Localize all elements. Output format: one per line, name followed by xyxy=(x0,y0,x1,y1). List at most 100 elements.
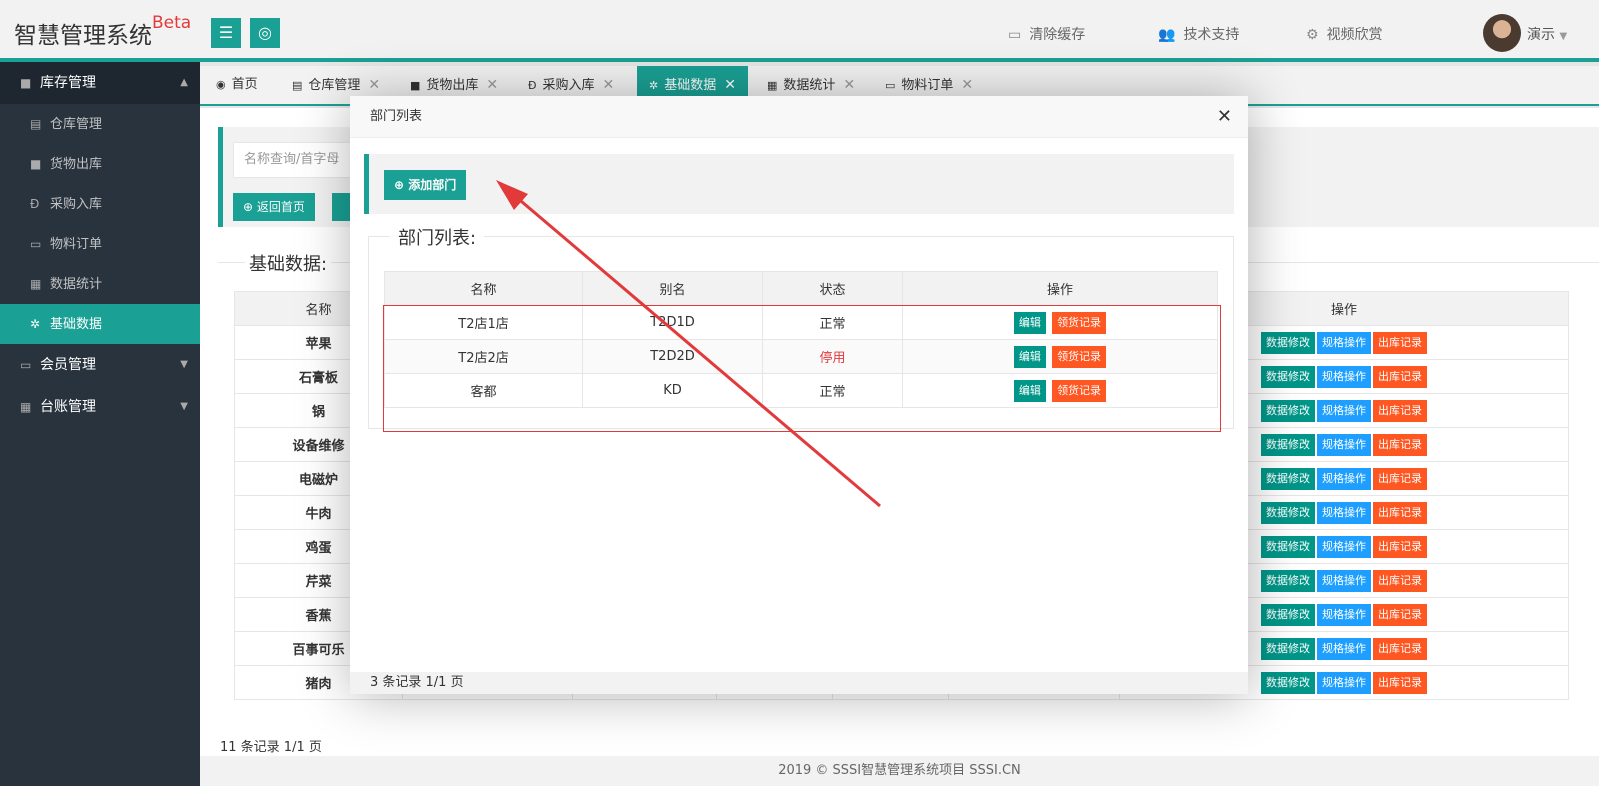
user-menu[interactable]: 演示 ▼ xyxy=(1527,24,1567,44)
sidebar-group-inventory[interactable]: ■ 库存管理 ▲ xyxy=(0,62,200,104)
back-home-button[interactable]: ⊕ 返回首页 xyxy=(233,193,315,221)
outbound-record-button[interactable]: 出库记录 xyxy=(1373,399,1427,422)
users-icon: 👥 xyxy=(1158,27,1176,43)
dialog-toolbar xyxy=(364,154,1234,214)
edit-data-button[interactable]: 数据修改 xyxy=(1261,535,1315,558)
sidebar-item-warehouse[interactable]: ▤ 仓库管理 xyxy=(0,104,200,144)
sidebar-item-basic-data[interactable]: ✲ 基础数据 xyxy=(0,304,200,344)
avatar[interactable] xyxy=(1483,14,1521,52)
footer: 2019 © SSSI智慧管理系统项目 SSSI.CN xyxy=(200,756,1599,786)
caret-up-icon: ▲ xyxy=(180,77,188,88)
folder-icon: ■ xyxy=(20,76,32,90)
edit-data-button[interactable]: 数据修改 xyxy=(1261,331,1315,354)
spec-button[interactable]: 规格操作 xyxy=(1317,637,1371,660)
column-header-name: 名称 xyxy=(384,271,583,306)
edit-data-button[interactable]: 数据修改 xyxy=(1261,603,1315,626)
tab-home[interactable]: ◉ 首页 xyxy=(204,66,270,104)
toolbar-button[interactable] xyxy=(332,193,352,221)
caret-down-icon: ▼ xyxy=(1559,31,1568,42)
gears-icon: ⚙ xyxy=(1306,27,1319,43)
monitor-icon: ▭ xyxy=(885,79,896,92)
close-icon[interactable]: ✕ xyxy=(486,77,498,93)
folder-icon: ■ xyxy=(410,79,421,92)
close-icon[interactable]: ✕ xyxy=(368,77,380,93)
sidebar-item-stats[interactable]: ▦ 数据统计 xyxy=(0,264,200,304)
column-header-action: 操作 xyxy=(902,271,1218,306)
outbound-record-button[interactable]: 出库记录 xyxy=(1373,331,1427,354)
plus-circle-icon: ⊕ xyxy=(394,178,405,192)
caret-down-icon: ▼ xyxy=(180,359,188,370)
department-list-dialog: 部门列表 ✕ ⊕ 添加部门 部门列表: 名称 别名 状态 操作 T2店1店 T2D… xyxy=(350,96,1248,694)
d-icon: Ð xyxy=(528,79,537,92)
gear-icon: ✲ xyxy=(649,79,659,92)
caret-down-icon: ▼ xyxy=(180,401,188,412)
pagination: 11 条记录 1/1 页 xyxy=(220,740,322,755)
edit-data-button[interactable]: 数据修改 xyxy=(1261,399,1315,422)
dialog-legend: 部门列表: xyxy=(390,224,485,250)
gear-icon: ✲ xyxy=(30,317,41,331)
close-icon[interactable]: ✕ xyxy=(724,77,736,93)
spec-button[interactable]: 规格操作 xyxy=(1317,501,1371,524)
app-logo: 智慧管理系统Beta xyxy=(14,13,192,49)
sidebar-item-orders[interactable]: ▭ 物料订单 xyxy=(0,224,200,264)
d-icon: Ð xyxy=(30,197,40,211)
top-header: 智慧管理系统Beta ☰ ◎ ▭ 清除缓存 👥 技术支持 ⚙ 视频欣赏 演示 ▼ xyxy=(0,0,1599,62)
outbound-record-button[interactable]: 出库记录 xyxy=(1373,569,1427,592)
edit-data-button[interactable]: 数据修改 xyxy=(1261,467,1315,490)
column-header-alias: 别名 xyxy=(582,271,763,306)
grid-icon: ▦ xyxy=(767,79,778,92)
sidebar-group-members[interactable]: ▭ 会员管理 ▼ xyxy=(0,344,200,386)
menu-toggle-icon[interactable]: ☰ xyxy=(211,18,241,48)
outbound-record-button[interactable]: 出库记录 xyxy=(1373,365,1427,388)
column-header-status: 状态 xyxy=(762,271,903,306)
close-icon[interactable]: ✕ xyxy=(603,77,615,93)
video-link[interactable]: ⚙ 视频欣赏 xyxy=(1306,24,1383,44)
grid-icon: ▦ xyxy=(30,277,42,291)
spec-button[interactable]: 规格操作 xyxy=(1317,331,1371,354)
spec-button[interactable]: 规格操作 xyxy=(1317,467,1371,490)
monitor-icon: ▭ xyxy=(1008,27,1022,43)
dashboard-icon: ◉ xyxy=(216,78,226,91)
outbound-record-button[interactable]: 出库记录 xyxy=(1373,467,1427,490)
outbound-record-button[interactable]: 出库记录 xyxy=(1373,501,1427,524)
close-icon[interactable]: ✕ xyxy=(1217,96,1232,138)
close-icon[interactable]: ✕ xyxy=(961,77,973,93)
outbound-record-button[interactable]: 出库记录 xyxy=(1373,433,1427,456)
monitor-icon: ▭ xyxy=(30,237,42,251)
outbound-record-button[interactable]: 出库记录 xyxy=(1373,637,1427,660)
edit-data-button[interactable]: 数据修改 xyxy=(1261,501,1315,524)
sidebar-item-outbound[interactable]: ■ 货物出库 xyxy=(0,144,200,184)
sidebar-group-ledger[interactable]: ▦ 台账管理 ▼ xyxy=(0,386,200,428)
spec-button[interactable]: 规格操作 xyxy=(1317,671,1371,694)
spec-button[interactable]: 规格操作 xyxy=(1317,535,1371,558)
dialog-title: 部门列表 ✕ xyxy=(350,96,1248,138)
section-title: 基础数据: xyxy=(245,250,332,276)
highlight-box xyxy=(383,305,1221,432)
outbound-record-button[interactable]: 出库记录 xyxy=(1373,671,1427,694)
spec-button[interactable]: 规格操作 xyxy=(1317,399,1371,422)
edit-data-button[interactable]: 数据修改 xyxy=(1261,569,1315,592)
file-icon: ▤ xyxy=(30,117,42,131)
sidebar: ■ 库存管理 ▲ ▤ 仓库管理 ■ 货物出库 Ð 采购入库 ▭ 物料订单 ▦ 数据统计 ✲ 基础… xyxy=(0,62,200,786)
spec-button[interactable]: 规格操作 xyxy=(1317,569,1371,592)
sidebar-item-purchase[interactable]: Ð 采购入库 xyxy=(0,184,200,224)
clear-cache-link[interactable]: ▭ 清除缓存 xyxy=(1008,24,1085,44)
card-icon: ▭ xyxy=(20,358,32,372)
spec-button[interactable]: 规格操作 xyxy=(1317,365,1371,388)
edit-data-button[interactable]: 数据修改 xyxy=(1261,637,1315,660)
folder-icon: ■ xyxy=(30,157,42,171)
plus-circle-icon: ⊕ xyxy=(243,200,254,214)
edit-data-button[interactable]: 数据修改 xyxy=(1261,365,1315,388)
spec-button[interactable]: 规格操作 xyxy=(1317,603,1371,626)
edit-data-button[interactable]: 数据修改 xyxy=(1261,433,1315,456)
outbound-record-button[interactable]: 出库记录 xyxy=(1373,603,1427,626)
spec-button[interactable]: 规格操作 xyxy=(1317,433,1371,456)
dialog-pagination: 3 条记录 1/1 页 xyxy=(350,672,1248,694)
tech-support-link[interactable]: 👥 技术支持 xyxy=(1158,24,1239,44)
globe-icon[interactable]: ◎ xyxy=(250,18,280,48)
add-department-button[interactable]: ⊕ 添加部门 xyxy=(384,170,467,200)
edit-data-button[interactable]: 数据修改 xyxy=(1261,671,1315,694)
grid-icon: ▦ xyxy=(20,400,32,414)
outbound-record-button[interactable]: 出库记录 xyxy=(1373,535,1427,558)
close-icon[interactable]: ✕ xyxy=(843,77,855,93)
